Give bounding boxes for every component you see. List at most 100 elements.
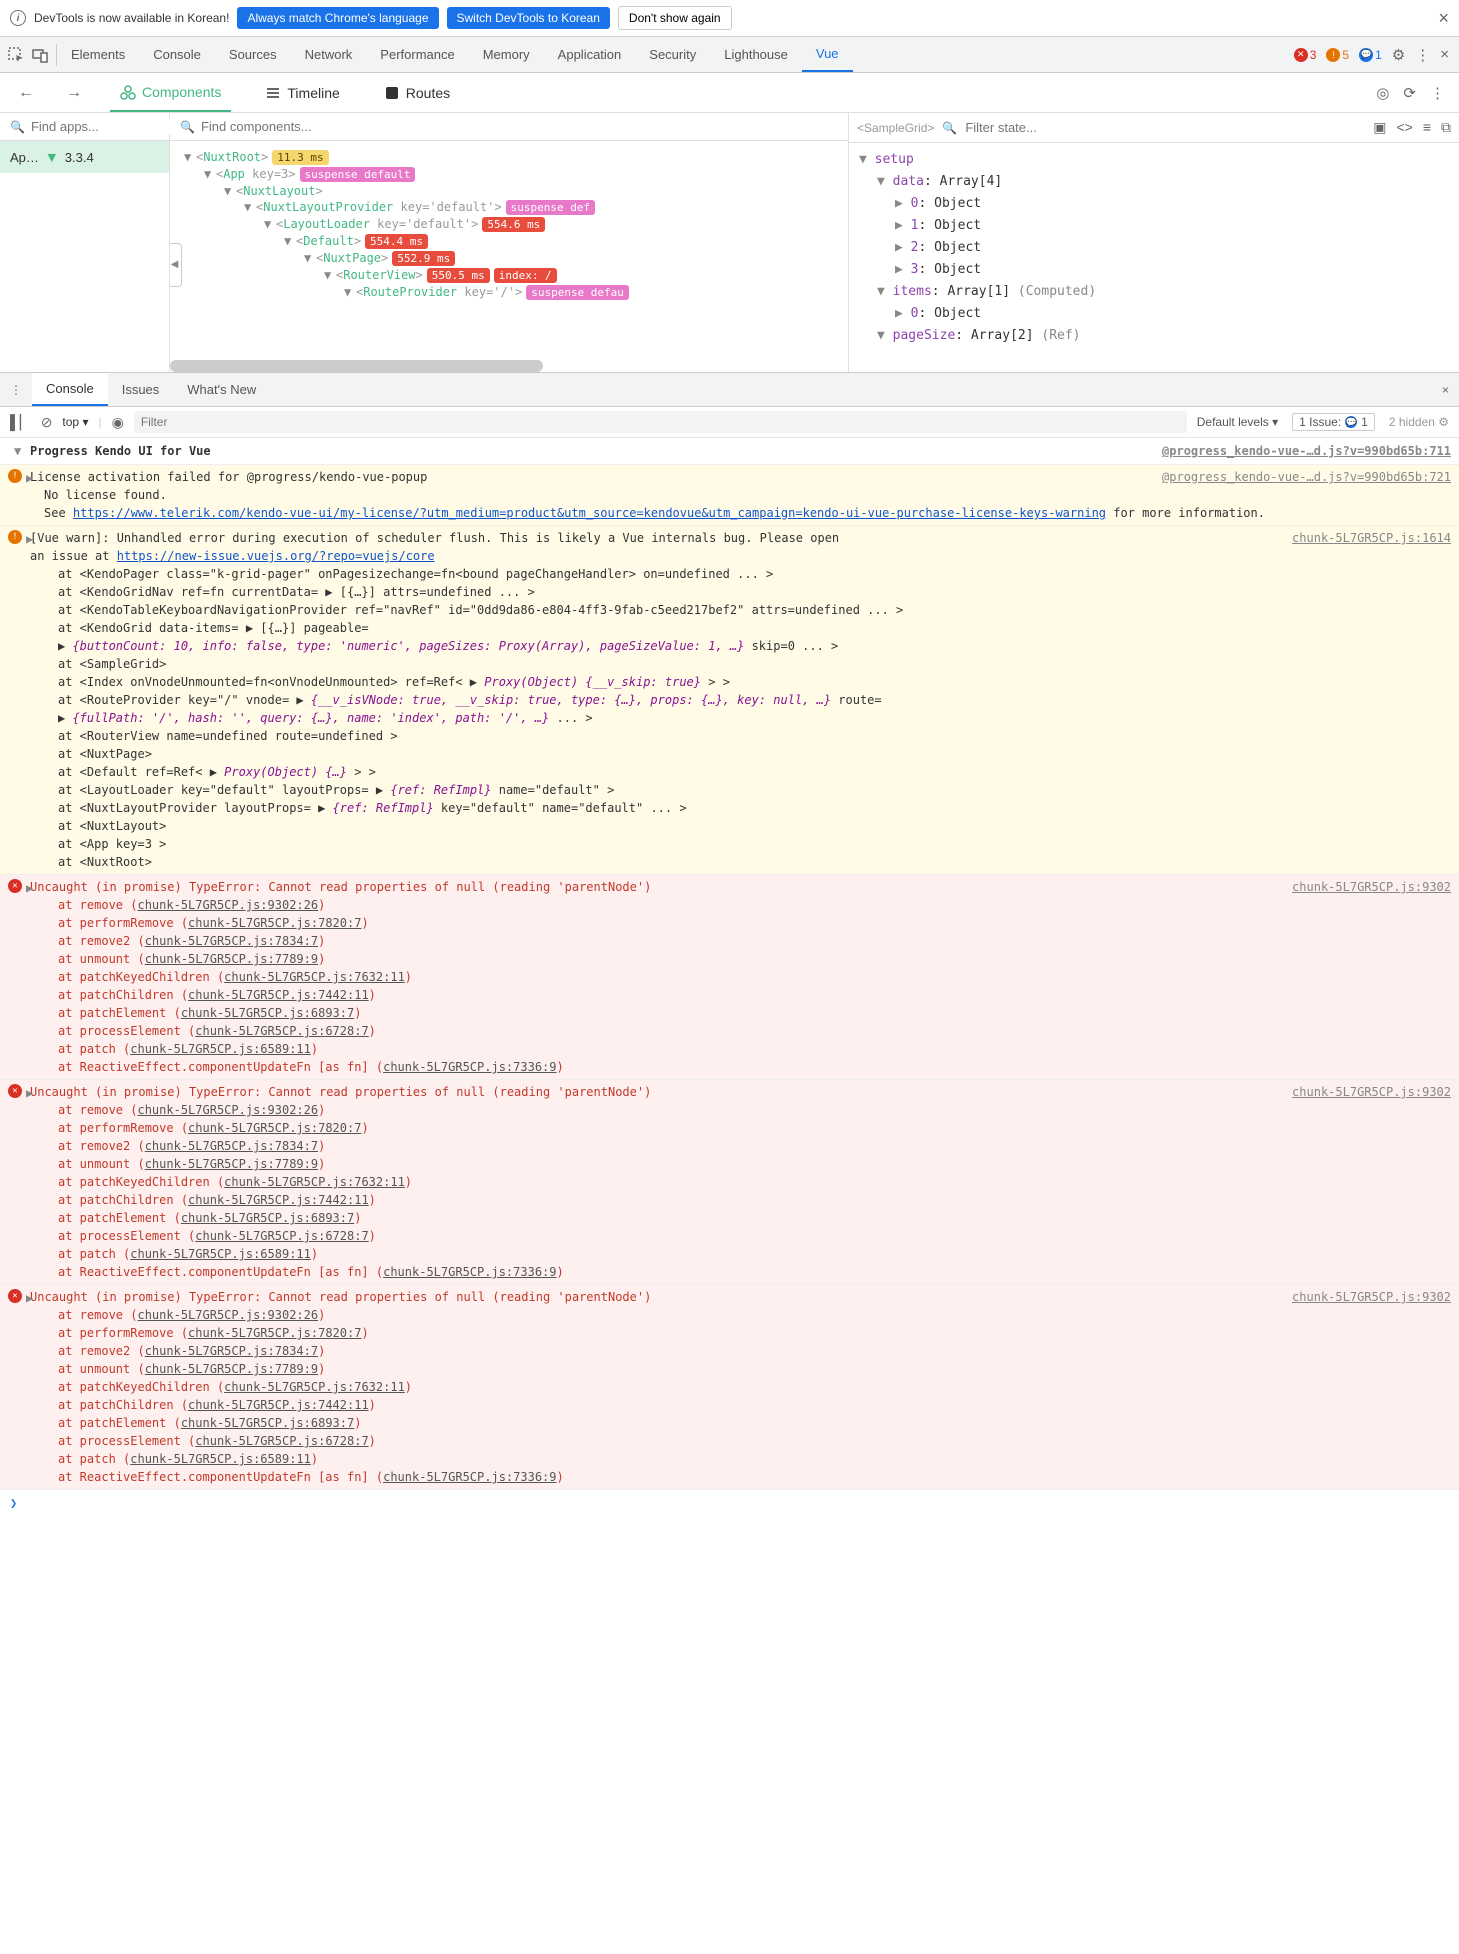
source-link[interactable]: chunk-5L7GR5CP.js:1614 (1292, 529, 1451, 547)
issue-link[interactable]: https://new-issue.vuejs.org/?repo=vuejs/… (117, 549, 435, 563)
more-icon[interactable]: ⋮ (1415, 46, 1430, 64)
state-row[interactable]: ▶ 0: Object (859, 303, 1449, 325)
source-link[interactable]: chunk-5L7GR5CP.js:6728:7 (195, 1229, 368, 1243)
horizontal-scrollbar[interactable] (170, 360, 543, 372)
find-components-input[interactable] (201, 119, 838, 134)
source-link[interactable]: chunk-5L7GR5CP.js:6893:7 (181, 1416, 354, 1430)
inspect-element-icon[interactable] (8, 47, 24, 63)
nav-forward-icon[interactable]: → (62, 84, 86, 102)
drawer-close-icon[interactable]: × (1432, 383, 1459, 397)
source-link[interactable]: chunk-5L7GR5CP.js:9302 (1292, 1083, 1451, 1101)
scroll-to-icon[interactable]: ▣ (1373, 119, 1386, 136)
hidden-count[interactable]: 2 hidden ⚙ (1389, 415, 1449, 429)
settings-icon[interactable]: ⚙ (1392, 46, 1405, 64)
source-link[interactable]: chunk-5L7GR5CP.js:7336:9 (383, 1265, 556, 1279)
close-devtools-icon[interactable]: × (1440, 46, 1449, 63)
vue-tab-timeline[interactable]: Timeline (255, 73, 349, 112)
close-infobar-icon[interactable]: × (1438, 8, 1449, 29)
vue-tab-components[interactable]: Components (110, 73, 231, 112)
state-row[interactable]: ▶ 0: Object (859, 193, 1449, 215)
vue-more-icon[interactable]: ⋮ (1430, 84, 1445, 102)
tab-vue[interactable]: Vue (802, 37, 853, 72)
source-link[interactable]: chunk-5L7GR5CP.js:6893:7 (181, 1006, 354, 1020)
component-tree-node[interactable]: ▼<Default>554.4 ms (174, 233, 848, 250)
source-link[interactable]: chunk-5L7GR5CP.js:7442:11 (188, 1193, 369, 1207)
sidebar-toggle-icon[interactable]: ▌▏ (10, 414, 31, 431)
source-link[interactable]: chunk-5L7GR5CP.js:7834:7 (145, 1139, 318, 1153)
tab-console[interactable]: Console (139, 37, 215, 72)
filter-state-input[interactable] (965, 120, 1365, 135)
console-prompt[interactable]: ❯ (0, 1490, 1459, 1516)
source-link[interactable]: chunk-5L7GR5CP.js:7834:7 (145, 934, 318, 948)
source-link[interactable]: chunk-5L7GR5CP.js:7789:9 (145, 1362, 318, 1376)
console-filter-input[interactable] (134, 411, 1187, 433)
tab-memory[interactable]: Memory (469, 37, 544, 72)
tab-performance[interactable]: Performance (366, 37, 468, 72)
source-link[interactable]: chunk-5L7GR5CP.js:9302:26 (137, 898, 318, 912)
tab-application[interactable]: Application (544, 37, 636, 72)
state-row[interactable]: ▼ data: Array[4] (859, 171, 1449, 193)
state-row[interactable]: ▶ 3: Object (859, 259, 1449, 281)
source-link[interactable]: chunk-5L7GR5CP.js:6893:7 (181, 1211, 354, 1225)
source-link[interactable]: chunk-5L7GR5CP.js:6589:11 (130, 1042, 311, 1056)
source-link[interactable]: chunk-5L7GR5CP.js:7820:7 (188, 1326, 361, 1340)
source-link[interactable]: @progress_kendo-vue-…d.js?v=990bd65b:721 (1162, 468, 1451, 486)
expand-icon[interactable]: ▶ (26, 879, 33, 897)
source-link[interactable]: chunk-5L7GR5CP.js:9302:26 (137, 1103, 318, 1117)
device-toolbar-icon[interactable] (32, 47, 48, 63)
component-tree-node[interactable]: ▼<RouterView>550.5 msindex: / (174, 267, 848, 284)
log-levels-selector[interactable]: Default levels ▾ (1197, 415, 1278, 429)
state-row[interactable]: ▼ setup (859, 149, 1449, 171)
source-link[interactable]: chunk-5L7GR5CP.js:6589:11 (130, 1247, 311, 1261)
tab-sources[interactable]: Sources (215, 37, 291, 72)
component-tree-node[interactable]: ▼<App key=3>suspense default (174, 166, 848, 183)
warning-count-badge[interactable]: !5 (1326, 48, 1349, 62)
expand-icon[interactable]: ▶ (26, 1289, 33, 1307)
source-link[interactable]: chunk-5L7GR5CP.js:9302 (1292, 1288, 1451, 1306)
tab-network[interactable]: Network (291, 37, 367, 72)
source-link[interactable]: chunk-5L7GR5CP.js:6589:11 (130, 1452, 311, 1466)
tab-security[interactable]: Security (635, 37, 710, 72)
expand-icon[interactable]: ▶ (26, 469, 33, 487)
refresh-icon[interactable]: ⟳ (1403, 84, 1416, 102)
source-link[interactable]: chunk-5L7GR5CP.js:7789:9 (145, 952, 318, 966)
live-expression-icon[interactable]: ◉ (112, 414, 124, 431)
info-count-badge[interactable]: 💬1 (1359, 48, 1382, 62)
source-link[interactable]: chunk-5L7GR5CP.js:7442:11 (188, 1398, 369, 1412)
clear-console-icon[interactable]: ⊘ (41, 414, 53, 431)
open-editor-icon[interactable]: ⧉ (1441, 119, 1451, 136)
state-row[interactable]: ▶ 1: Object (859, 215, 1449, 237)
source-link[interactable]: chunk-5L7GR5CP.js:7632:11 (224, 970, 405, 984)
expand-icon[interactable]: ▶ (26, 530, 33, 548)
match-language-button[interactable]: Always match Chrome's language (237, 7, 438, 29)
switch-language-button[interactable]: Switch DevTools to Korean (447, 7, 610, 29)
drawer-tab-whatsnew[interactable]: What's New (173, 373, 270, 406)
source-link[interactable]: chunk-5L7GR5CP.js:7632:11 (224, 1380, 405, 1394)
component-tree-node[interactable]: ▼<RouteProvider key='/'>suspense defau (174, 284, 848, 301)
component-tree-node[interactable]: ▼<NuxtLayout> (174, 183, 848, 199)
tab-elements[interactable]: Elements (57, 37, 139, 72)
target-icon[interactable]: ◎ (1376, 84, 1389, 102)
expand-icon[interactable]: ▶ (26, 1084, 33, 1102)
source-link[interactable]: chunk-5L7GR5CP.js:7442:11 (188, 988, 369, 1002)
console-group-header[interactable]: ▼ Progress Kendo UI for Vue @progress_ke… (0, 438, 1459, 465)
source-link[interactable]: chunk-5L7GR5CP.js:7789:9 (145, 1157, 318, 1171)
component-tree-node[interactable]: ▼<NuxtLayoutProvider key='default'>suspe… (174, 199, 848, 216)
source-link[interactable]: chunk-5L7GR5CP.js:7632:11 (224, 1175, 405, 1189)
source-link[interactable]: chunk-5L7GR5CP.js:7834:7 (145, 1344, 318, 1358)
source-link[interactable]: chunk-5L7GR5CP.js:9302 (1292, 878, 1451, 896)
app-row[interactable]: Ap… ▼ 3.3.4 (0, 141, 169, 173)
context-selector[interactable]: top ▾ (62, 415, 88, 429)
collapse-handle[interactable]: ◀ (170, 243, 182, 287)
source-link[interactable]: @progress_kendo-vue-…d.js?v=990bd65b:711 (1162, 442, 1451, 460)
component-tree-node[interactable]: ▼<LayoutLoader key='default'>554.6 ms (174, 216, 848, 233)
issues-indicator[interactable]: 1 Issue: 💬1 (1292, 413, 1375, 431)
doc-link[interactable]: https://www.telerik.com/kendo-vue-ui/my-… (73, 506, 1106, 520)
state-row[interactable]: ▼ pageSize: Array[2] (Ref) (859, 325, 1449, 347)
state-row[interactable]: ▶ 2: Object (859, 237, 1449, 259)
state-row[interactable]: ▼ items: Array[1] (Computed) (859, 281, 1449, 303)
drawer-tab-console[interactable]: Console (32, 373, 108, 406)
inspect-dom-icon[interactable]: <> (1396, 119, 1412, 136)
source-link[interactable]: chunk-5L7GR5CP.js:9302:26 (137, 1308, 318, 1322)
collapse-arrow-icon[interactable]: ▼ (14, 442, 21, 460)
